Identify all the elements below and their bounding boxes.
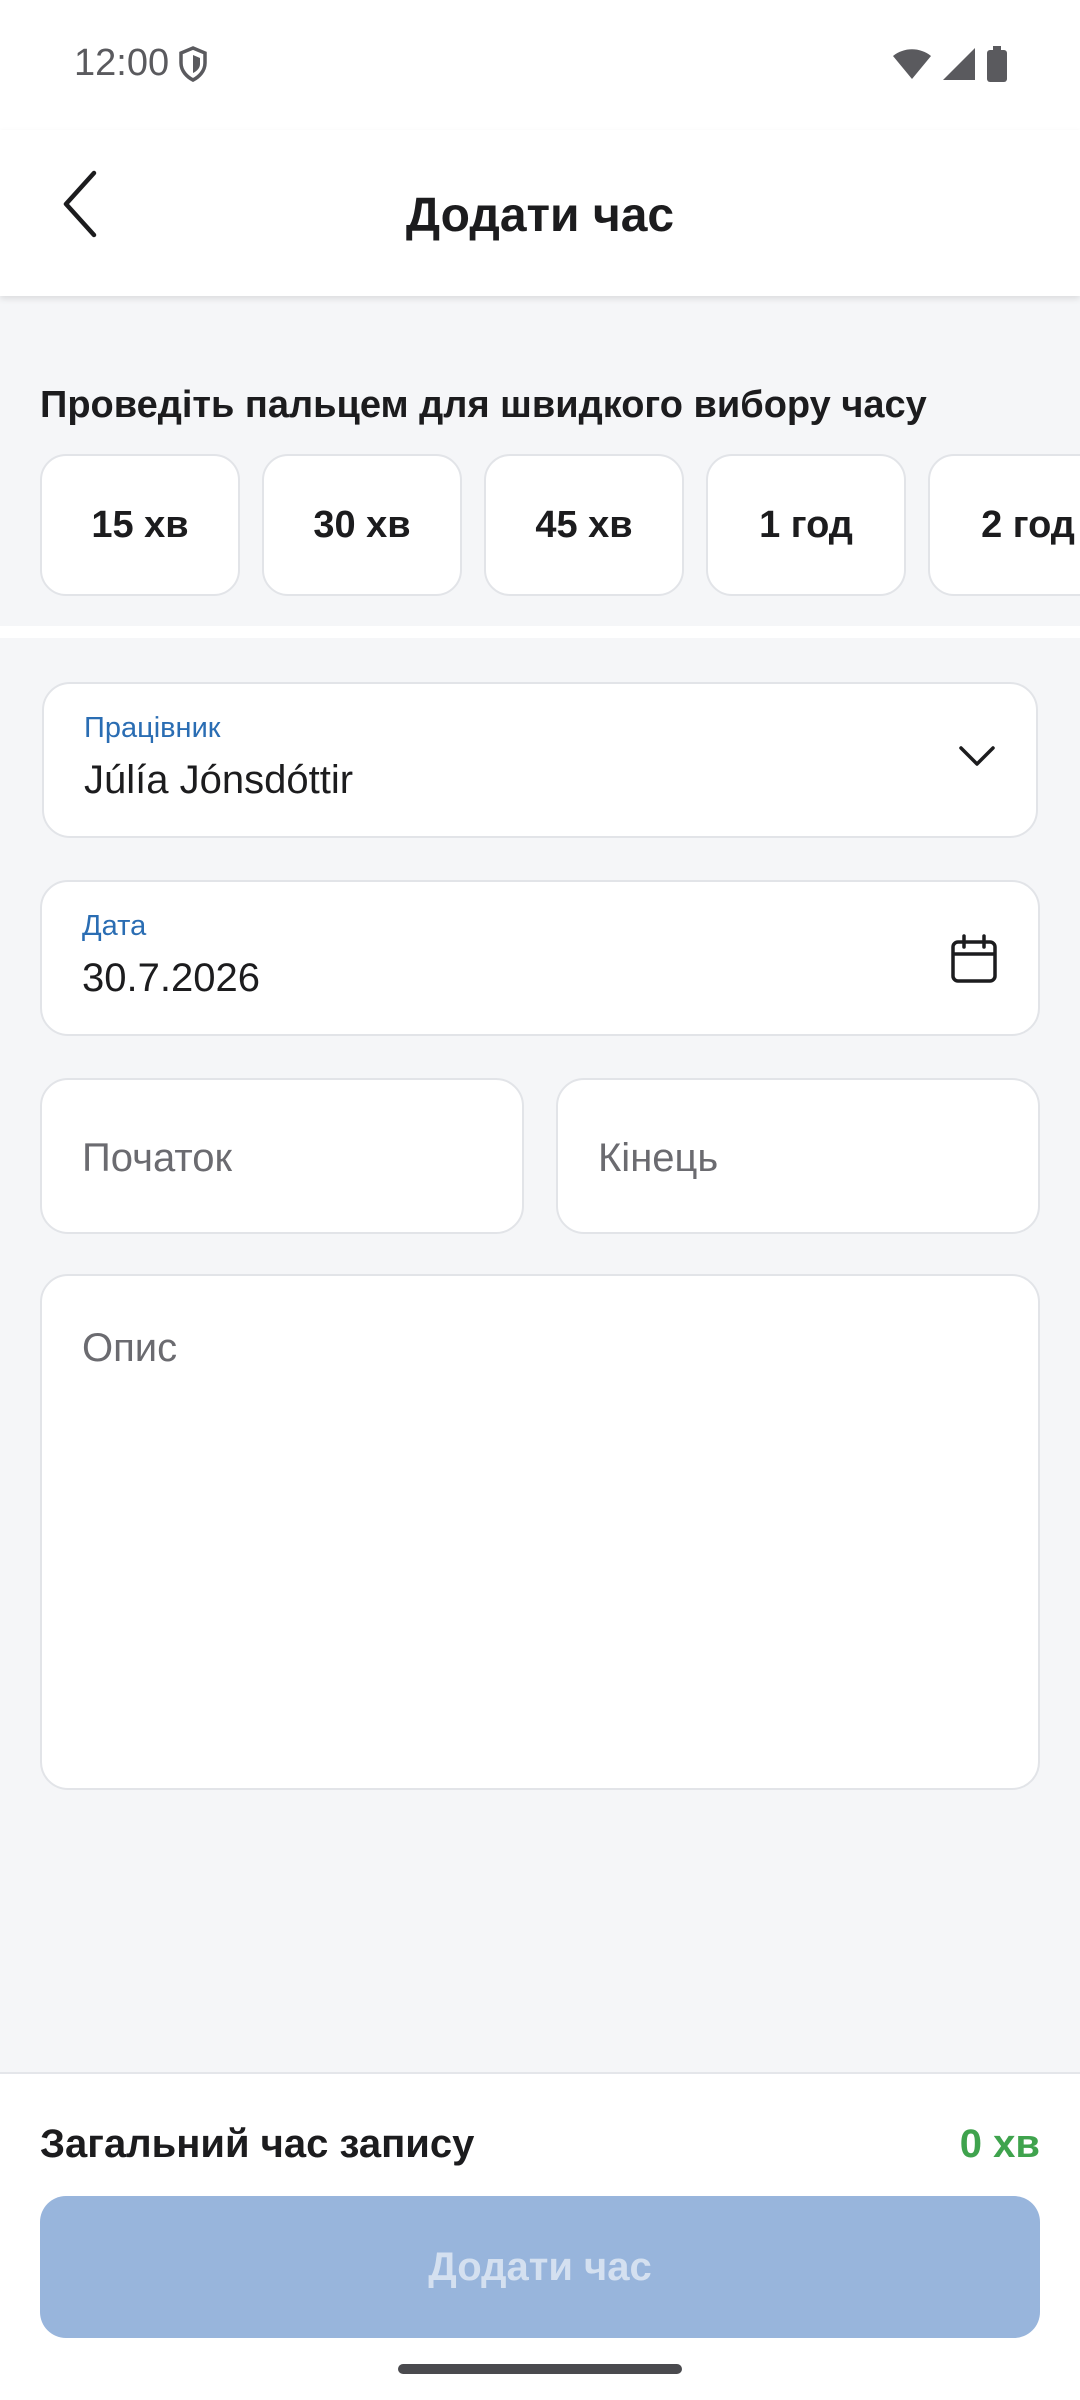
status-bar: 12:00	[0, 0, 1080, 130]
calendar-icon[interactable]	[950, 934, 998, 989]
section-divider	[0, 626, 1080, 638]
chip-30-min[interactable]: 30 хв	[262, 454, 462, 596]
chip-1-hour[interactable]: 1 год	[706, 454, 906, 596]
shield-icon	[178, 46, 208, 87]
date-label: Дата	[82, 910, 147, 942]
quick-select-scroller[interactable]: 15 хв 30 хв 45 хв 1 год 2 год	[40, 454, 1080, 600]
chip-2-hours[interactable]: 2 год	[928, 454, 1080, 596]
page-title: Додати час	[405, 189, 675, 242]
chevron-down-icon	[958, 744, 996, 773]
signal-icon	[942, 47, 976, 86]
status-time: 12:00	[74, 42, 170, 84]
total-time-value: 0 хв	[959, 2122, 1040, 2166]
app-bar: Додати час	[0, 130, 1080, 296]
quick-select-hint: Проведіть пальцем для швидкого вибору ча…	[40, 384, 927, 426]
quick-select-section: Проведіть пальцем для швидкого вибору ча…	[0, 296, 1080, 638]
employee-value: Júlía Jónsdóttir	[84, 758, 354, 802]
add-time-button[interactable]: Додати час	[40, 2196, 1040, 2338]
home-indicator[interactable]	[398, 2364, 682, 2374]
end-time-field[interactable]: Кінець	[556, 1078, 1040, 1234]
description-field[interactable]: Опис	[40, 1274, 1040, 1790]
date-field[interactable]: Дата 30.7.2026	[40, 880, 1040, 1036]
chip-15-min[interactable]: 15 хв	[40, 454, 240, 596]
status-icons	[892, 46, 1008, 87]
end-time-placeholder: Кінець	[598, 1136, 719, 1180]
description-placeholder: Опис	[82, 1326, 178, 1370]
employee-select[interactable]: Працівник Júlía Jónsdóttir	[42, 682, 1038, 838]
battery-icon	[986, 46, 1008, 87]
employee-label: Працівник	[84, 712, 221, 744]
total-time-label: Загальний час запису	[40, 2122, 475, 2166]
bottom-bar: Загальний час запису 0 хв Додати час	[0, 2072, 1080, 2400]
wifi-icon	[892, 48, 932, 85]
chip-45-min[interactable]: 45 хв	[484, 454, 684, 596]
start-time-field[interactable]: Початок	[40, 1078, 524, 1234]
start-time-placeholder: Початок	[82, 1136, 232, 1180]
date-value: 30.7.2026	[82, 956, 260, 1000]
